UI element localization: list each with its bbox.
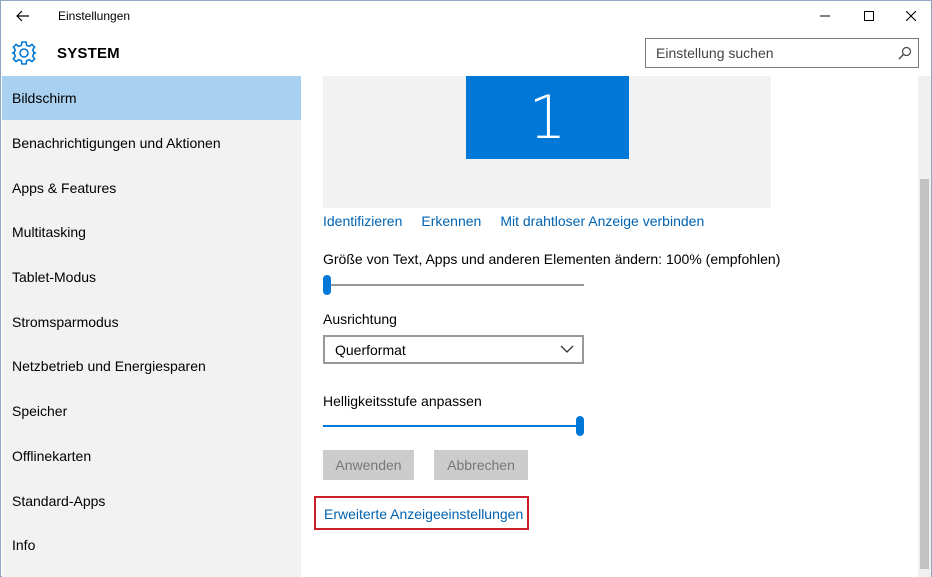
- settings-window: Einstellungen SYSTEM Bildschir: [0, 0, 932, 577]
- sidebar-item-offlinekarten[interactable]: Offlinekarten: [2, 434, 301, 478]
- title-bar: Einstellungen: [1, 1, 931, 31]
- maximize-icon: [864, 11, 874, 21]
- sidebar-item-apps-features[interactable]: Apps & Features: [2, 166, 301, 210]
- arrow-left-icon: [16, 10, 29, 22]
- identify-link[interactable]: Identifizieren: [323, 213, 402, 229]
- monitor-tile[interactable]: 1: [466, 76, 629, 159]
- orientation-label: Ausrichtung: [323, 311, 397, 327]
- section-title: SYSTEM: [57, 45, 120, 62]
- close-icon: [906, 11, 916, 21]
- advanced-display-settings-link[interactable]: Erweiterte Anzeigeeinstellungen: [324, 506, 523, 522]
- highlight-frame: Erweiterte Anzeigeeinstellungen: [314, 496, 529, 530]
- apply-button[interactable]: Anwenden: [323, 450, 414, 480]
- sidebar-item-speicher[interactable]: Speicher: [2, 389, 301, 433]
- search-input[interactable]: [646, 39, 891, 67]
- scale-slider-track[interactable]: [323, 284, 584, 286]
- sidebar-item-multitasking[interactable]: Multitasking: [2, 210, 301, 254]
- detect-link[interactable]: Erkennen: [421, 213, 481, 229]
- sidebar-item-stromsparmodus[interactable]: Stromsparmodus: [2, 300, 301, 344]
- sidebar-nav: Bildschirm Benachrichtigungen und Aktion…: [2, 76, 301, 577]
- brightness-slider-thumb[interactable]: [576, 416, 584, 436]
- orientation-value: Querformat: [335, 341, 406, 358]
- scrollbar-thumb[interactable]: [920, 179, 929, 569]
- sidebar-item-bildschirm[interactable]: Bildschirm: [2, 76, 301, 120]
- sidebar-item-netzbetrieb[interactable]: Netzbetrieb und Energiesparen: [2, 344, 301, 388]
- settings-header: SYSTEM: [1, 31, 931, 75]
- scale-label: Größe von Text, Apps und anderen Element…: [323, 251, 781, 267]
- sidebar-item-info[interactable]: Info: [2, 523, 301, 567]
- brightness-slider[interactable]: [323, 416, 584, 436]
- display-preview: 1: [323, 76, 771, 208]
- search-box[interactable]: [645, 38, 919, 68]
- minimize-button[interactable]: [802, 1, 848, 31]
- search-icon[interactable]: [898, 46, 912, 60]
- sidebar-item-benachrichtigungen[interactable]: Benachrichtigungen und Aktionen: [2, 121, 301, 165]
- display-settings-panel: 1 Identifizieren Erkennen Mit drahtloser…: [301, 76, 918, 577]
- brightness-slider-fill: [323, 425, 580, 427]
- sidebar-item-standard-apps[interactable]: Standard-Apps: [2, 479, 301, 523]
- window-title: Einstellungen: [58, 9, 131, 23]
- scale-slider-thumb[interactable]: [323, 275, 331, 295]
- sidebar-item-tablet-modus[interactable]: Tablet-Modus: [2, 255, 301, 299]
- gear-icon: [11, 41, 37, 65]
- back-button[interactable]: [7, 3, 39, 29]
- orientation-dropdown[interactable]: Querformat: [323, 335, 584, 364]
- brightness-label: Helligkeitsstufe anpassen: [323, 393, 482, 409]
- scale-slider[interactable]: [323, 275, 584, 295]
- cancel-button[interactable]: Abbrechen: [434, 450, 528, 480]
- wireless-display-link[interactable]: Mit drahtloser Anzeige verbinden: [500, 213, 704, 229]
- content-scrollbar[interactable]: [918, 76, 931, 577]
- maximize-button[interactable]: [846, 1, 892, 31]
- chevron-down-icon: [560, 345, 574, 353]
- display-links: Identifizieren Erkennen Mit drahtloser A…: [323, 213, 704, 229]
- minimize-icon: [820, 15, 830, 17]
- close-button[interactable]: [888, 1, 932, 31]
